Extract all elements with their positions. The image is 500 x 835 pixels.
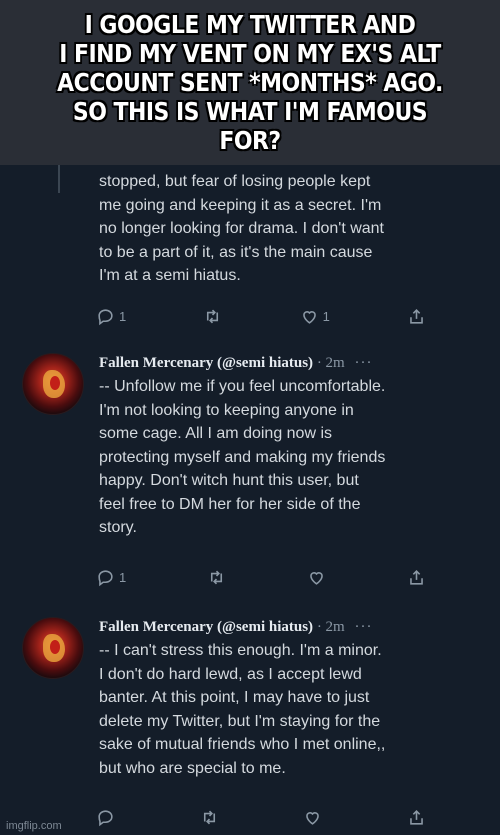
tweet-actions: 1 1 <box>96 304 426 328</box>
author-handle[interactable]: (@semi hiatus) <box>217 619 313 635</box>
reply-button[interactable] <box>96 808 115 827</box>
tweet-actions <box>96 805 426 829</box>
reply-button[interactable]: 1 <box>96 568 126 587</box>
like-icon <box>310 571 323 585</box>
retweet-icon <box>207 309 219 323</box>
share-icon <box>410 308 423 324</box>
reply-count: 1 <box>119 569 127 585</box>
reply-icon <box>98 569 113 586</box>
reply-button[interactable]: 1 <box>96 307 126 326</box>
avatar[interactable] <box>22 617 84 679</box>
author-handle[interactable]: (@semi hiatus) <box>217 355 313 371</box>
share-icon <box>410 809 423 825</box>
share-icon <box>410 569 423 585</box>
imgflip-watermark: imgflip.com <box>6 820 62 832</box>
tweet-time: · 2m <box>316 355 345 371</box>
share-button[interactable] <box>407 307 426 326</box>
tweet-actions: 1 <box>96 565 426 589</box>
reply-count: 1 <box>119 308 127 324</box>
tweet-text: stopped, but fear of losing people kept … <box>99 173 384 284</box>
retweet-button[interactable] <box>203 307 222 326</box>
retweet-button[interactable] <box>200 808 219 827</box>
tweet-header: Fallen Mercenary (@semi hiatus) · 2m ··· <box>99 355 372 372</box>
meme-caption: I GOOGLE MY TWITTER AND I FIND MY VENT O… <box>0 0 500 165</box>
like-icon <box>302 310 316 324</box>
like-button[interactable] <box>303 808 322 827</box>
like-button[interactable]: 1 <box>300 307 330 326</box>
tweet-time: · 2m <box>316 619 345 635</box>
more-icon[interactable]: ··· <box>354 619 372 635</box>
tweet-text: -- I can't stress this enough. I'm a min… <box>99 642 386 777</box>
retweet-icon <box>203 810 215 824</box>
share-button[interactable] <box>407 568 426 587</box>
share-button[interactable] <box>407 808 426 827</box>
retweet-button[interactable] <box>207 568 226 587</box>
reply-icon <box>98 308 113 325</box>
tweet-text: -- Unfollow me if you feel uncomfortable… <box>99 378 386 536</box>
retweet-icon <box>211 570 223 584</box>
reply-icon <box>98 809 113 826</box>
caption-text: I GOOGLE MY TWITTER AND I FIND MY VENT O… <box>57 10 443 155</box>
avatar[interactable] <box>22 353 84 415</box>
like-button[interactable] <box>307 568 326 587</box>
author-name[interactable]: Fallen Mercenary <box>99 619 213 635</box>
like-icon <box>306 811 320 825</box>
author-name[interactable]: Fallen Mercenary <box>99 355 213 371</box>
tweet-header: Fallen Mercenary (@semi hiatus) · 2m ··· <box>99 619 372 636</box>
like-count: 1 <box>322 308 330 324</box>
tweet-thread[interactable]: stopped, but fear of losing people kept … <box>0 165 500 835</box>
thread-line <box>58 165 60 193</box>
more-icon[interactable]: ··· <box>354 355 372 371</box>
